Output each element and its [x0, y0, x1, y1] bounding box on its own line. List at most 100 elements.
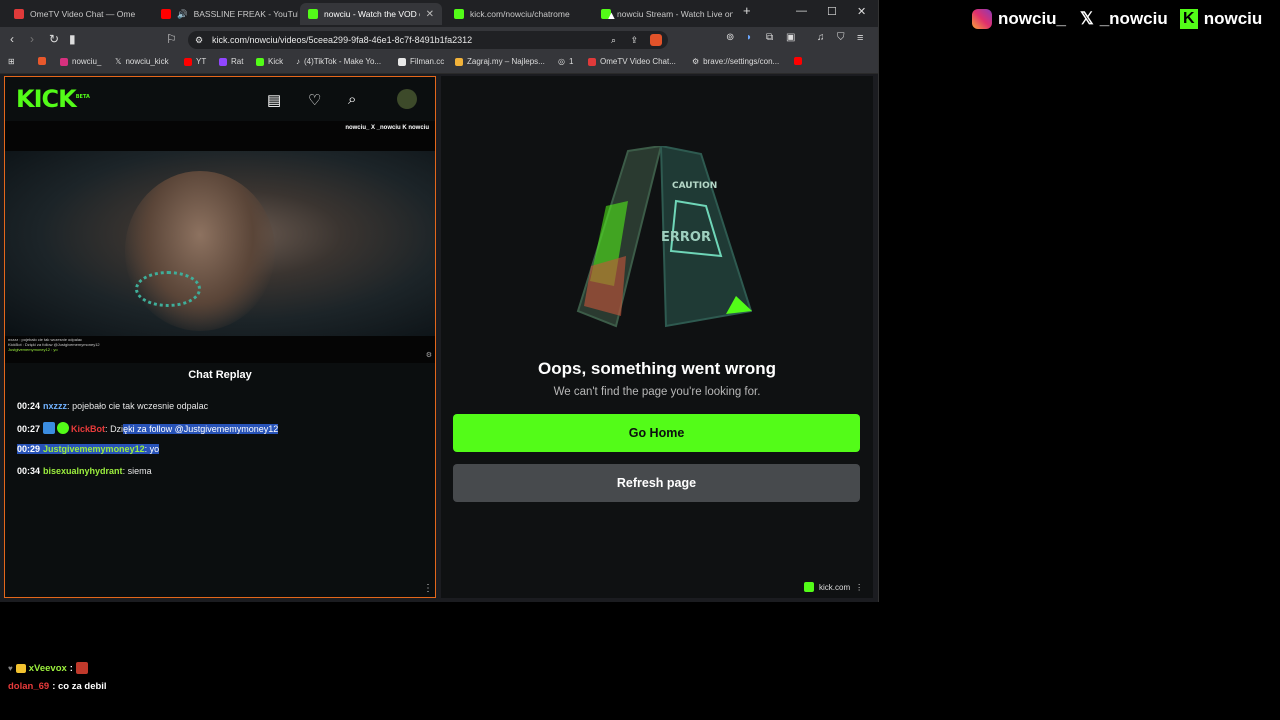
toolbar: ‹ › ↻ ▮ ⚐ ⚙ kick.com/nowciu/videos/5ceea… [0, 27, 878, 53]
tab-label: nowciu Stream - Watch Live on [617, 9, 733, 19]
close-window-icon[interactable]: ✕ [857, 5, 866, 18]
youtube-icon [794, 57, 802, 65]
new-tab-button[interactable]: + [743, 3, 751, 18]
zoom-icon[interactable]: ⌕ [611, 31, 616, 49]
feed-icon [38, 57, 46, 65]
bookmarks-bar: ⊞ nowciu_ 𝕏nowciu_kick YT Rat Kick ♪ (4)T… [0, 53, 878, 74]
bot-badge-icon [43, 422, 56, 434]
bookmark-item[interactable]: OmeTV Video Chat... [588, 57, 676, 66]
globe-icon: ◎ [558, 57, 565, 66]
close-tab-icon[interactable]: ✕ [426, 9, 434, 20]
x-icon: 𝕏 [115, 57, 122, 66]
more-options-icon[interactable]: ⋮ [855, 583, 863, 592]
bookmark-item[interactable]: YT [184, 57, 206, 66]
kick-icon [256, 57, 264, 66]
bookmark-item[interactable]: nowciu_ [60, 57, 101, 66]
bookmark-item[interactable]: Kick [256, 57, 283, 66]
more-options-icon[interactable]: ⋮ [423, 583, 433, 594]
kick-vod-pane: KICKBETA ▤ ♡ ⌕ nowciu_ X _nowciu K nowci… [4, 76, 436, 598]
twitch-icon [219, 57, 227, 66]
bookmark-item[interactable]: 𝕏nowciu_kick [115, 57, 169, 66]
stream-chat-message: ♥ xVeevox : [8, 662, 88, 674]
game-icon [455, 57, 463, 66]
speaker-icon: 🔊 [177, 8, 188, 19]
error-page-pane: CAUTION ERROR Oops, something went wrong… [441, 76, 873, 598]
error-sign-illustration: CAUTION ERROR [576, 146, 752, 328]
bookmark-item[interactable]: ⚙ brave://settings/con... [692, 57, 779, 66]
youtube-favicon-icon [161, 9, 171, 19]
kick-favicon-icon [308, 9, 318, 19]
page-icon [398, 57, 406, 66]
tab-label: kick.com/nowciu/chatrome [470, 9, 570, 19]
browser-window: OmeTV Video Chat — Ome 🔊 BASSLINE FREAK … [0, 0, 879, 602]
shield-icon[interactable]: ⛉ [837, 32, 845, 43]
brave-shields-icon[interactable] [650, 34, 662, 46]
forward-icon[interactable]: › [30, 32, 34, 46]
bookmark-item[interactable] [794, 57, 802, 65]
kick-logo[interactable]: KICKBETA [16, 85, 90, 113]
bookmark-icon[interactable]: ⚐ [166, 32, 177, 46]
tab-kick-chatrome[interactable]: kick.com/nowciu/chatrome [446, 3, 591, 25]
menu-icon[interactable]: ≡ [857, 32, 863, 44]
heart-icon[interactable]: ♡ [308, 91, 321, 109]
crown-badge-icon [15, 663, 26, 673]
bracelet-shape [135, 271, 201, 307]
maximize-icon[interactable]: ☐ [827, 5, 837, 18]
site-info-icon[interactable]: ⚙ [195, 31, 203, 49]
chat-message: 00:24 nxzzz: pojebało cie tak wczesnie od… [17, 401, 209, 411]
video-socials-overlay: nowciu_ X _nowciu K nowciu [345, 125, 429, 131]
address-bar[interactable]: ⚙ kick.com/nowciu/videos/5ceea299-9fa8-4… [188, 31, 668, 49]
bookmark-item[interactable]: Zagraj.my – Najleps... [455, 57, 545, 66]
reload-icon[interactable]: ↻ [49, 32, 59, 46]
wallet-icon[interactable]: ⊚ [726, 32, 734, 43]
go-home-button[interactable]: Go Home [453, 414, 860, 452]
svg-text:ERROR: ERROR [661, 230, 711, 245]
chat-message: 00:34 bisexualnyhydrant: siema [17, 466, 152, 476]
refresh-page-button[interactable]: Refresh page [453, 464, 860, 502]
stream-chat-message: dolan_69 : co za debil [8, 681, 107, 692]
tab-youtube[interactable]: 🔊 BASSLINE FREAK - YouTube [153, 3, 298, 25]
share-icon[interactable]: ⇪ [630, 31, 638, 49]
instagram-icon [60, 57, 68, 66]
chat-message: 00:27 KickBot: Dzięki za follow @Justgive… [17, 422, 279, 434]
tiktok-icon: ♪ [296, 57, 300, 66]
video-player[interactable]: nowciu_ X _nowciu K nowciu nxzzz : pojeb… [5, 121, 435, 363]
back-icon[interactable]: ‹ [10, 32, 14, 46]
apps-icon[interactable]: ⊞ [8, 57, 15, 66]
tab-bar: OmeTV Video Chat — Ome 🔊 BASSLINE FREAK … [0, 0, 878, 27]
chat-replay-title: Chat Replay [188, 369, 252, 381]
browse-icon[interactable]: ▤ [267, 91, 281, 109]
ometv-icon [588, 57, 596, 66]
kick-site-chip[interactable]: kick.com ⋮ [804, 578, 863, 596]
avatar[interactable] [397, 89, 417, 109]
sidebar-icon[interactable]: ▮ [69, 32, 76, 46]
search-icon[interactable]: ⌕ [348, 91, 356, 108]
instagram-icon [972, 9, 992, 29]
music-icon[interactable]: ♫ [817, 32, 825, 43]
face-shape [125, 171, 275, 331]
x-icon: 𝕏 [1080, 9, 1094, 28]
minimize-icon[interactable]: — [796, 5, 807, 17]
tab-label: nowciu - Watch the VOD o [324, 9, 420, 19]
bookmark-item[interactable]: ◎ 1 [558, 57, 573, 66]
stream-socials-overlay: nowciu_ 𝕏 _nowciu K nowciu [972, 6, 1262, 32]
bookmark-item[interactable] [38, 57, 50, 65]
vpn-icon[interactable]: ◗ [746, 32, 752, 43]
screenshot-icon[interactable]: ▣ [786, 32, 795, 43]
settings-icon[interactable]: ⚙ [426, 351, 432, 359]
video-frame [5, 151, 435, 336]
extensions-icon[interactable]: ⧉ [766, 32, 773, 43]
tab-label: OmeTV Video Chat — Ome [30, 9, 136, 19]
video-chat-overlay: nxzzz : pojebało cie tak wczesnie odpala… [8, 337, 100, 352]
kick-icon: K [1179, 9, 1198, 29]
svg-text:CAUTION: CAUTION [672, 181, 717, 191]
ometv-favicon-icon [14, 9, 24, 19]
bookmark-item[interactable]: Rat [219, 57, 243, 66]
kick-header: KICKBETA ▤ ♡ ⌕ [5, 77, 435, 121]
tab-ometv[interactable]: OmeTV Video Chat — Ome [6, 3, 151, 25]
bookmark-item[interactable]: ♪ (4)TikTok - Make Yo... [296, 57, 381, 66]
bookmark-item[interactable]: Filman.cc [398, 57, 444, 66]
mouse-cursor-icon: ▲ [606, 10, 617, 22]
error-subtitle: We can't find the page you're looking fo… [553, 386, 761, 398]
tab-kick-vod[interactable]: nowciu - Watch the VOD o ✕ [300, 3, 442, 25]
